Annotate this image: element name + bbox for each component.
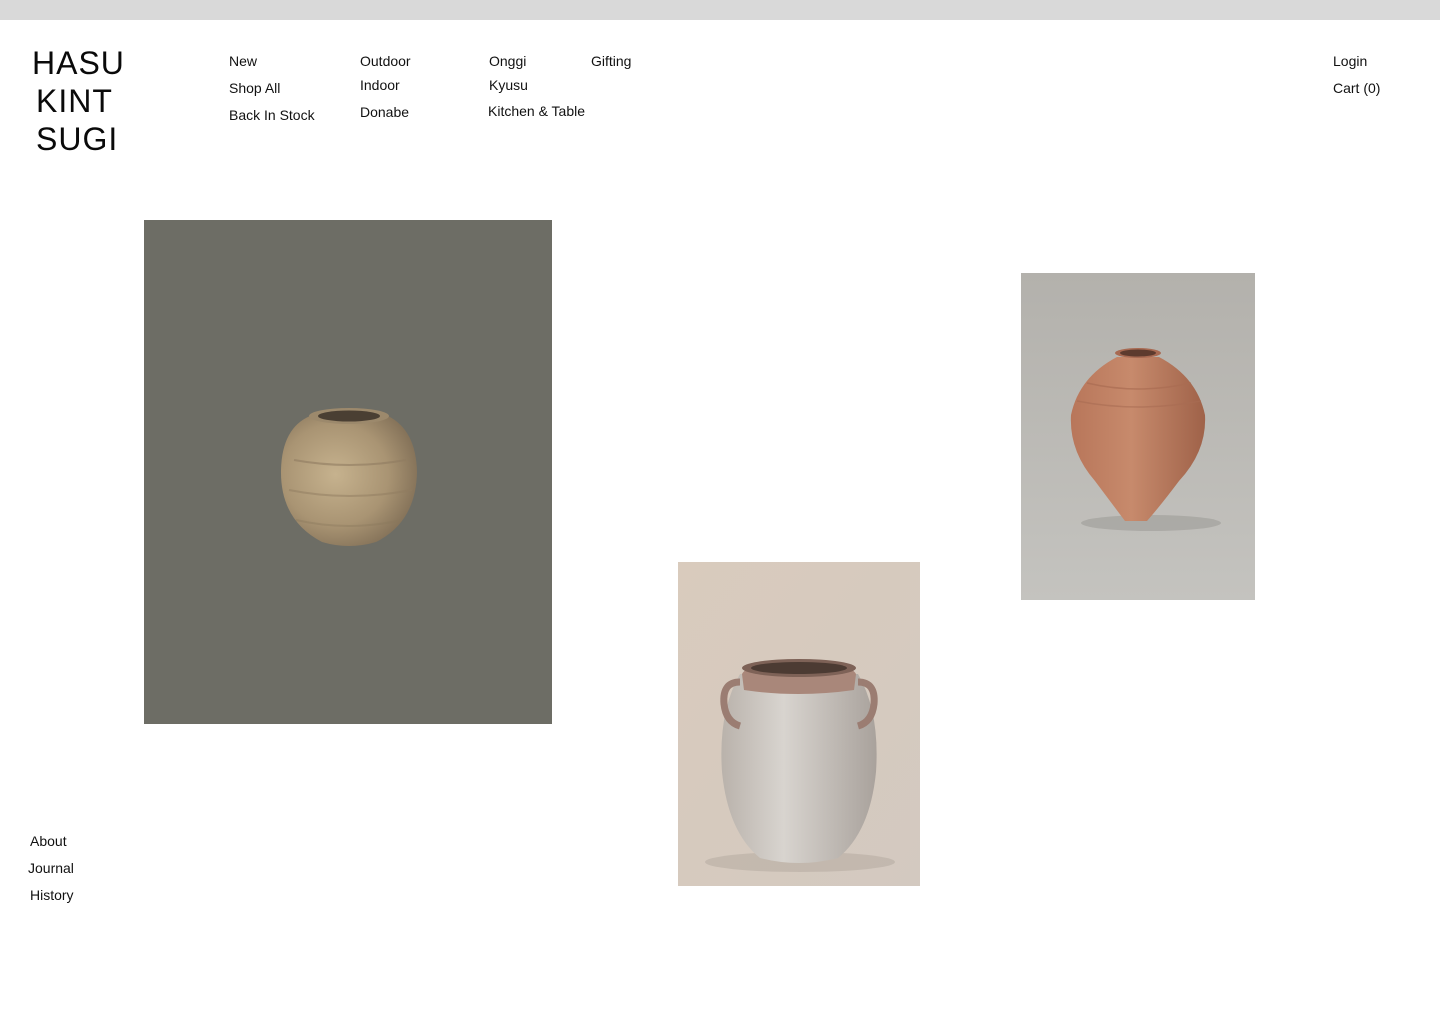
footer-journal[interactable]: Journal (28, 859, 74, 877)
nav-onggi[interactable]: Onggi (489, 52, 526, 70)
logo-line-1: HASU (32, 45, 125, 81)
terracotta-vase-photo (1021, 273, 1255, 600)
product-image-handled-jar[interactable] (678, 562, 920, 886)
nav-kyusu[interactable]: Kyusu (489, 76, 528, 94)
login-link[interactable]: Login (1333, 52, 1367, 70)
product-image-terracotta-vase[interactable] (1021, 273, 1255, 600)
nav-donabe[interactable]: Donabe (360, 103, 409, 121)
nav-outdoor[interactable]: Outdoor (360, 52, 411, 70)
white-handled-jar-photo (678, 562, 920, 886)
footer-about[interactable]: About (30, 832, 67, 850)
nav-new[interactable]: New (229, 52, 257, 70)
nav-kitchen-table[interactable]: Kitchen & Table (488, 102, 585, 120)
brand-logo[interactable]: HASU KINT SUGI (32, 44, 132, 158)
product-image-round-jar[interactable] (144, 220, 552, 724)
cart-link[interactable]: Cart (0) (1333, 79, 1380, 97)
logo-line-2: KINT (36, 83, 113, 119)
footer-history[interactable]: History (30, 886, 74, 904)
nav-gifting[interactable]: Gifting (591, 52, 631, 70)
round-earthen-jar-photo (144, 220, 552, 724)
nav-back-in-stock[interactable]: Back In Stock (229, 106, 315, 124)
nav-shop-all[interactable]: Shop All (229, 79, 280, 97)
top-strip (0, 0, 1440, 20)
logo-line-3: SUGI (36, 121, 119, 157)
nav-indoor[interactable]: Indoor (360, 76, 400, 94)
